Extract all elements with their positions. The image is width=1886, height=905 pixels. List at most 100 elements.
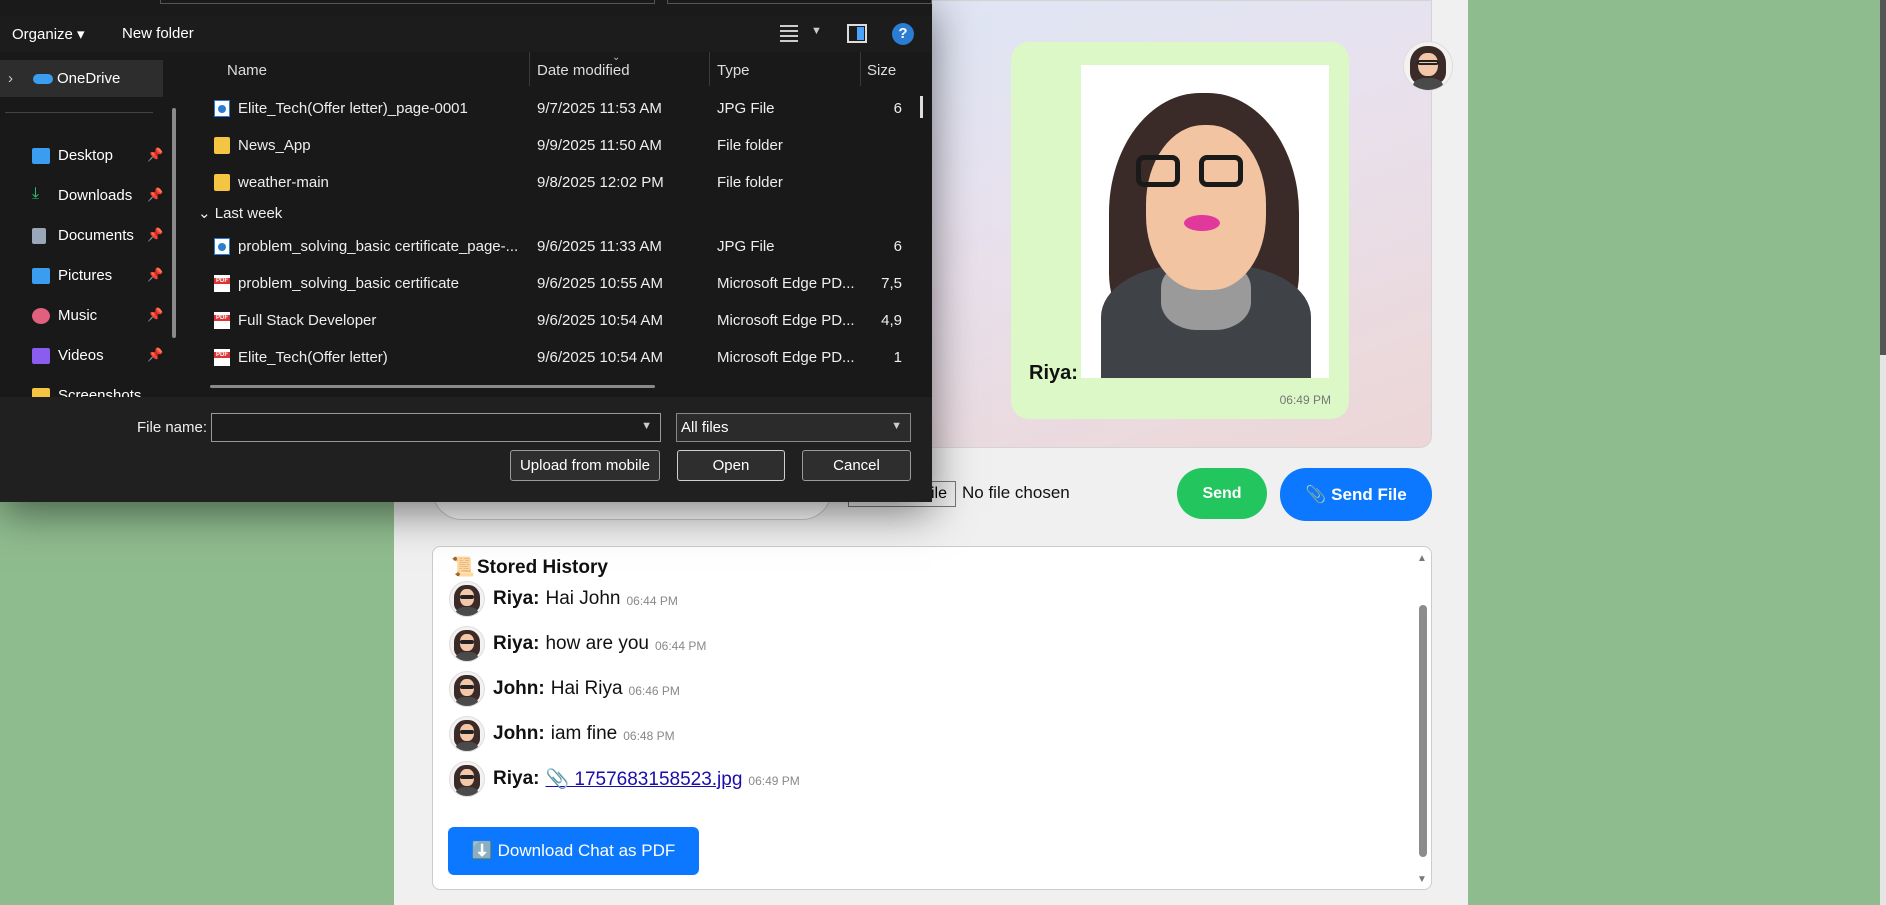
file-name-label: File name: xyxy=(137,419,208,436)
file-row[interactable]: problem_solving_basic certificate 9/6/20… xyxy=(188,265,932,302)
page-scrollbar[interactable] xyxy=(1880,0,1886,905)
stored-history-panel: 📜 Stored History Riya: Hai John 06:44 PM … xyxy=(432,546,1432,890)
file-row[interactable]: Full Stack Developer 9/6/2025 10:54 AM M… xyxy=(188,302,932,339)
page-scrollbar-thumb[interactable] xyxy=(1880,0,1886,355)
search-field[interactable] xyxy=(667,0,932,4)
nav-item-onedrive[interactable]: › OneDrive xyxy=(0,60,163,97)
column-date[interactable]: Date modified xyxy=(537,62,630,79)
nav-item-documents[interactable]: Documents 📌 xyxy=(32,221,163,251)
message-time: 06:44 PM xyxy=(626,594,678,608)
message-time: 06:44 PM xyxy=(654,639,707,653)
avatar xyxy=(449,581,485,617)
avatar xyxy=(449,626,485,662)
file-open-dialog: Organize ▾ New folder ▼ ? › OneDrive Des… xyxy=(0,0,932,502)
file-date: 9/9/2025 11:50 AM xyxy=(537,137,662,154)
scroll-down-icon[interactable]: ▼ xyxy=(1417,874,1427,885)
view-list-icon[interactable] xyxy=(780,25,798,42)
cloud-icon xyxy=(33,74,53,84)
download-pdf-button[interactable]: ⬇️ Download Chat as PDF xyxy=(448,827,699,875)
help-icon[interactable]: ? xyxy=(892,23,914,45)
file-row[interactable]: Elite_Tech(Offer letter) 9/6/2025 10:54 … xyxy=(188,339,932,376)
send-file-button[interactable]: 📎 Send File xyxy=(1280,468,1432,521)
message-time: 06:48 PM xyxy=(623,729,675,743)
cancel-button[interactable]: Cancel xyxy=(802,450,911,481)
pin-icon: 📌 xyxy=(147,307,164,322)
history-row: John: Hai Riya 06:46 PM xyxy=(449,669,680,709)
file-list-hscroll[interactable] xyxy=(210,385,655,388)
scrollbar-thumb[interactable] xyxy=(1419,605,1427,857)
file-type: JPG File xyxy=(717,100,775,117)
file-date: 9/8/2025 12:02 PM xyxy=(537,174,664,191)
file-row[interactable]: problem_solving_basic certificate_page-.… xyxy=(188,228,932,265)
scroll-up-icon[interactable]: ▲ xyxy=(1417,553,1427,564)
file-name: problem_solving_basic certificate xyxy=(238,275,459,292)
nav-item-label: Desktop xyxy=(58,147,114,164)
column-name[interactable]: Name xyxy=(227,62,267,79)
address-field[interactable] xyxy=(160,0,655,4)
column-size[interactable]: Size xyxy=(867,62,896,79)
scroll-icon: 📜 xyxy=(451,557,475,578)
nav-item-videos[interactable]: Videos 📌 xyxy=(32,341,163,371)
file-type: Microsoft Edge PD... xyxy=(717,275,855,292)
pin-icon: 📌 xyxy=(147,147,164,162)
nav-item-label: Downloads xyxy=(58,187,133,204)
organize-button[interactable]: Organize ▾ xyxy=(12,25,85,43)
nav-item-downloads[interactable]: ⤓ Downloads 📌 xyxy=(32,181,163,211)
message-text: iam fine xyxy=(550,723,618,744)
history-row: John: iam fine 06:48 PM xyxy=(449,714,675,754)
bubble-sender: Riya: xyxy=(1029,362,1078,384)
new-folder-button[interactable]: New folder xyxy=(122,25,194,42)
chevron-down-icon[interactable]: ▼ xyxy=(891,420,902,432)
file-type-select[interactable]: All files ▼ xyxy=(676,413,911,442)
history-scrollbar[interactable]: ▲ ▼ xyxy=(1415,547,1431,889)
chevron-down-icon[interactable]: ▼ xyxy=(811,25,822,37)
file-size: 6 xyxy=(893,100,902,117)
nav-item-screenshots[interactable]: Screenshots xyxy=(32,381,162,397)
history-row: Riya: 📎 1757683158523.jpg 06:49 PM xyxy=(449,759,800,799)
file-name-input[interactable]: ▼ xyxy=(211,413,661,442)
preview-pane-icon[interactable] xyxy=(847,24,867,43)
open-button[interactable]: Open xyxy=(677,450,785,481)
column-type[interactable]: Type xyxy=(717,62,750,79)
file-list: Name ⌄ Date modified Type Size Elite_Tec… xyxy=(188,52,932,397)
file-size: 1 xyxy=(893,349,902,366)
nav-scrollbar[interactable] xyxy=(172,108,176,338)
avatar xyxy=(449,761,485,797)
file-list-vscroll[interactable] xyxy=(920,96,923,118)
nav-item-desktop[interactable]: Desktop 📌 xyxy=(32,141,164,171)
message-sender: Riya: xyxy=(493,633,540,654)
file-name: weather-main xyxy=(238,174,329,191)
bubble-time: 06:49 PM xyxy=(1279,393,1331,407)
navigation-pane: › OneDrive Desktop 📌 ⤓ Downloads 📌 Docum… xyxy=(0,52,188,397)
file-date: 9/7/2025 11:53 AM xyxy=(537,100,662,117)
shared-image[interactable] xyxy=(1081,65,1329,378)
file-date: 9/6/2025 10:54 AM xyxy=(537,349,663,366)
pin-icon: 📌 xyxy=(147,267,164,282)
group-header-last-week[interactable]: ⌄ Last week xyxy=(198,204,282,222)
no-file-chosen-label: No file chosen xyxy=(962,483,1070,502)
file-name: Elite_Tech(Offer letter)_page-0001 xyxy=(238,100,468,117)
chevron-down-icon[interactable]: ▼ xyxy=(641,420,652,432)
nav-item-label: Music xyxy=(58,307,98,324)
file-date: 9/6/2025 10:54 AM xyxy=(537,312,663,329)
folder-icon xyxy=(214,137,230,154)
file-row[interactable]: News_App 9/9/2025 11:50 AM File folder xyxy=(188,127,932,164)
pdf-file-icon xyxy=(214,349,230,366)
nav-item-label: Documents xyxy=(58,227,134,244)
chevron-right-icon[interactable]: › xyxy=(8,70,13,87)
nav-item-pictures[interactable]: Pictures 📌 xyxy=(32,261,164,291)
send-button[interactable]: Send xyxy=(1177,468,1267,519)
nav-item-music[interactable]: Music 📌 xyxy=(32,301,164,331)
column-headers: Name ⌄ Date modified Type Size xyxy=(188,52,932,86)
message-text: Hai Riya xyxy=(550,678,623,699)
folder-icon xyxy=(214,174,230,191)
message-bubble: Riya: 06:49 PM xyxy=(1011,42,1349,419)
file-date: 9/6/2025 11:33 AM xyxy=(537,238,662,255)
file-row[interactable]: Elite_Tech(Offer letter)_page-0001 9/7/2… xyxy=(188,90,932,127)
nav-item-label: Pictures xyxy=(58,267,113,284)
upload-from-mobile-button[interactable]: Upload from mobile xyxy=(510,450,660,481)
image-file-icon xyxy=(214,238,230,255)
file-row[interactable]: weather-main 9/8/2025 12:02 PM File fold… xyxy=(188,164,932,201)
attachment-link[interactable]: 📎 1757683158523.jpg xyxy=(545,767,742,791)
file-name: Full Stack Developer xyxy=(238,312,377,329)
